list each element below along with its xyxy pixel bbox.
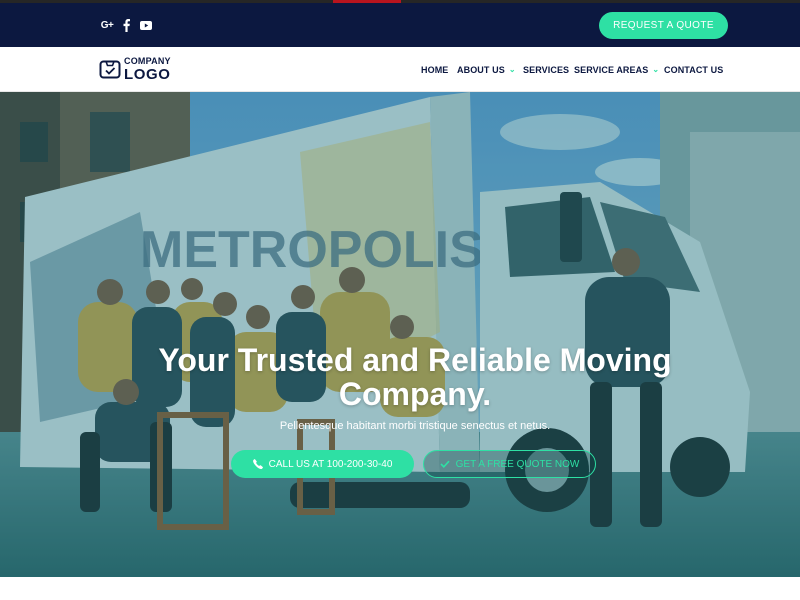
chevron-down-icon: ⌄ <box>652 65 660 74</box>
phone-icon <box>252 459 263 469</box>
hero-title: Your Trusted and Reliable Moving Company… <box>158 342 672 412</box>
logo-line-2: LOGO <box>124 65 171 83</box>
logo-line-1: COMPANY <box>124 55 171 66</box>
nav-item-services[interactable]: SERVICES <box>523 47 569 92</box>
company-logo[interactable]: COMPANY LOGO <box>99 55 171 83</box>
request-quote-button[interactable]: REQUEST A QUOTE <box>599 12 728 39</box>
call-us-button[interactable]: CALL US AT 100-200-30-40 <box>231 450 414 478</box>
top-red-marker <box>333 0 401 3</box>
chevron-down-icon: ⌄ <box>508 65 516 74</box>
nav-item-home[interactable]: HOME <box>421 47 448 92</box>
free-quote-label: GET A FREE QUOTE NOW <box>455 458 580 470</box>
main-navigation: COMPANY LOGO HOME ABOUT US ⌄ SERVICES SER… <box>0 47 800 92</box>
hero-section: METROPOLIS Your Trusted and Reliable Mov… <box>0 92 800 577</box>
google-plus-icon[interactable]: G+ <box>99 17 115 33</box>
free-quote-button[interactable]: GET A FREE QUOTE NOW <box>423 450 596 478</box>
nav-item-about-us[interactable]: ABOUT US ⌄ <box>457 47 516 92</box>
facebook-icon[interactable] <box>121 17 131 33</box>
hero-overlay <box>0 92 800 577</box>
check-icon <box>440 460 450 468</box>
nav-item-contact-us[interactable]: CONTACT US <box>664 47 723 92</box>
youtube-icon[interactable] <box>139 17 153 33</box>
nav-item-service-areas[interactable]: SERVICE AREAS ⌄ <box>574 47 659 92</box>
hero-subtitle: Pellentesque habitant morbi tristique se… <box>279 420 551 432</box>
box-check-icon <box>99 60 121 79</box>
top-bar: G+ REQUEST A QUOTE <box>0 0 800 47</box>
call-us-label: CALL US AT 100-200-30-40 <box>268 458 393 470</box>
